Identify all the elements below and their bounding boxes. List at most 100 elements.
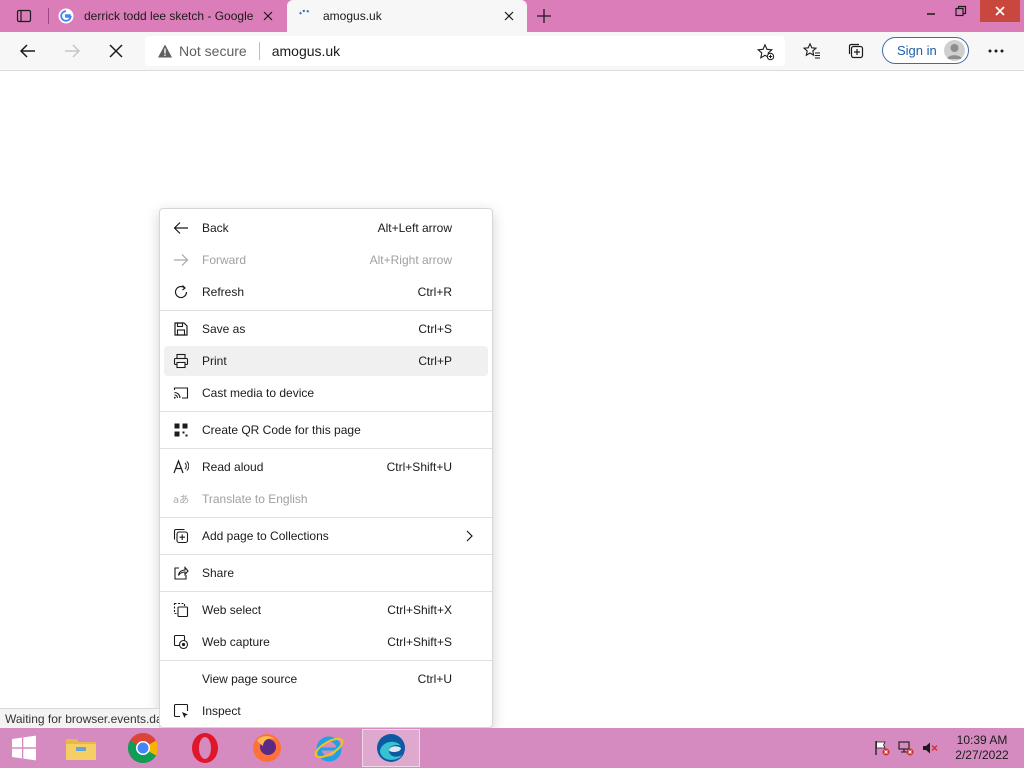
- menu-item-add-to-collections[interactable]: Add page to Collections: [164, 521, 488, 551]
- taskbar-edge[interactable]: [362, 729, 420, 767]
- toolbar: Not secure amogus.uk Sign in: [0, 32, 1024, 71]
- menu-item-print[interactable]: Print Ctrl+P: [164, 346, 488, 376]
- loading-spinner-icon: [297, 8, 313, 24]
- close-icon: [995, 6, 1005, 16]
- sign-in-label: Sign in: [897, 43, 937, 58]
- menu-item-create-qr[interactable]: Create QR Code for this page: [164, 415, 488, 445]
- refresh-icon: [173, 284, 189, 300]
- new-tab-button[interactable]: [532, 4, 556, 28]
- menu-item-label: View page source: [202, 672, 298, 686]
- menu-item-back[interactable]: Back Alt+Left arrow: [164, 213, 488, 243]
- forward-button[interactable]: [58, 37, 86, 65]
- menu-item-shortcut: Alt+Right arrow: [369, 253, 452, 267]
- sign-in-button[interactable]: Sign in: [882, 37, 969, 64]
- back-arrow-icon: [19, 44, 35, 58]
- restore-icon: [955, 5, 967, 17]
- minimize-button[interactable]: [916, 0, 946, 22]
- taskbar: 10:39 AM 2/27/2022: [0, 728, 1024, 768]
- status-bar: Waiting for browser.events.da: [0, 708, 160, 728]
- menu-item-cast[interactable]: Cast media to device: [164, 378, 488, 408]
- menu-item-shortcut: Ctrl+R: [417, 285, 452, 299]
- taskbar-file-explorer[interactable]: [52, 729, 110, 767]
- action-center-flag-icon[interactable]: [874, 740, 890, 756]
- chevron-right-icon: [466, 530, 473, 542]
- menu-item-refresh[interactable]: Refresh Ctrl+R: [164, 277, 488, 307]
- translate-icon: aあ: [173, 491, 189, 507]
- qr-code-icon: [173, 422, 189, 438]
- favorites-icon: [803, 42, 820, 59]
- avatar: [944, 40, 965, 61]
- volume-muted-icon[interactable]: [922, 740, 938, 756]
- menu-item-shortcut: Ctrl+U: [417, 672, 452, 686]
- status-text: Waiting for browser.events.da: [5, 711, 160, 726]
- firefox-icon: [253, 734, 281, 762]
- page-content[interactable]: [0, 71, 1024, 708]
- stop-loading-button[interactable]: [102, 37, 130, 65]
- menu-item-translate[interactable]: aあ Translate to English: [164, 484, 488, 514]
- menu-item-label: Read aloud: [202, 460, 264, 474]
- menu-item-label: Inspect: [202, 704, 241, 718]
- web-capture-icon: [173, 634, 189, 650]
- tab-close-icon[interactable]: [501, 8, 517, 24]
- menu-item-label: Refresh: [202, 285, 245, 299]
- menu-item-save-as[interactable]: Save as Ctrl+S: [164, 314, 488, 344]
- collections-button[interactable]: [842, 37, 870, 65]
- menu-separator: [160, 411, 492, 412]
- security-status[interactable]: Not secure: [179, 43, 247, 59]
- settings-more-button[interactable]: [982, 37, 1010, 65]
- plus-icon: [537, 9, 551, 23]
- taskbar-opera[interactable]: [176, 729, 234, 767]
- menu-separator: [160, 310, 492, 311]
- context-menu: Back Alt+Left arrow Forward Alt+Right ar…: [159, 208, 493, 728]
- tab-title: amogus.uk: [323, 9, 382, 23]
- menu-separator: [160, 448, 492, 449]
- menu-separator: [160, 554, 492, 555]
- clock-date: 2/27/2022: [955, 748, 1009, 762]
- tab-close-icon[interactable]: [260, 8, 276, 24]
- share-icon: [173, 565, 189, 581]
- network-icon[interactable]: [898, 740, 914, 756]
- taskbar-firefox[interactable]: [238, 729, 296, 767]
- warning-icon[interactable]: [157, 43, 173, 59]
- add-favorite-icon[interactable]: [756, 43, 775, 61]
- collections-add-icon: [173, 528, 189, 544]
- menu-separator: [160, 517, 492, 518]
- menu-item-web-capture[interactable]: Web capture Ctrl+Shift+S: [164, 627, 488, 657]
- menu-item-shortcut: Ctrl+S: [418, 322, 452, 336]
- url-text[interactable]: amogus.uk: [272, 43, 340, 59]
- tab-google-search[interactable]: derrick todd lee sketch - Google: [48, 0, 286, 32]
- start-button[interactable]: [6, 732, 42, 764]
- menu-item-view-source[interactable]: View page source Ctrl+U: [164, 664, 488, 694]
- stop-icon: [109, 44, 123, 58]
- menu-item-inspect[interactable]: Inspect: [164, 696, 488, 726]
- favorites-button[interactable]: [798, 37, 826, 65]
- system-clock[interactable]: 10:39 AM 2/27/2022: [950, 733, 1014, 763]
- restore-button[interactable]: [946, 0, 976, 22]
- back-button[interactable]: [14, 37, 42, 65]
- taskbar-internet-explorer[interactable]: [300, 729, 358, 767]
- menu-item-shortcut: Ctrl+P: [418, 354, 452, 368]
- menu-item-share[interactable]: Share: [164, 558, 488, 588]
- read-aloud-icon: [173, 459, 189, 475]
- menu-item-label: Create QR Code for this page: [202, 423, 361, 437]
- address-separator: [258, 42, 260, 60]
- address-bar[interactable]: Not secure amogus.uk: [145, 36, 785, 66]
- title-bar: derrick todd lee sketch - Google amogus.…: [0, 0, 1024, 32]
- menu-item-shortcut: Ctrl+Shift+X: [387, 603, 452, 617]
- taskbar-chrome[interactable]: [114, 729, 172, 767]
- menu-item-read-aloud[interactable]: Read aloud Ctrl+Shift+U: [164, 452, 488, 482]
- tab-amogus[interactable]: amogus.uk: [287, 0, 527, 32]
- menu-item-shortcut: Ctrl+Shift+S: [387, 635, 452, 649]
- menu-item-forward[interactable]: Forward Alt+Right arrow: [164, 245, 488, 275]
- save-icon: [173, 321, 189, 337]
- menu-item-web-select[interactable]: Web select Ctrl+Shift+X: [164, 595, 488, 625]
- tab-actions-button[interactable]: [8, 4, 40, 28]
- close-window-button[interactable]: [980, 0, 1020, 22]
- menu-item-label: Back: [202, 221, 229, 235]
- minimize-icon: [927, 13, 935, 15]
- menu-separator: [160, 660, 492, 661]
- collections-icon: [848, 43, 864, 59]
- web-select-icon: [173, 602, 189, 618]
- tab-actions-icon: [16, 9, 32, 23]
- tab-title: derrick todd lee sketch - Google: [84, 9, 254, 23]
